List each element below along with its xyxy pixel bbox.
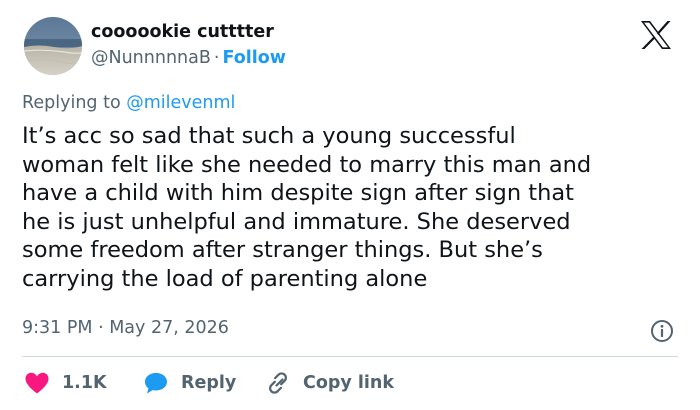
display-name[interactable]: coooookie cutttter	[91, 22, 274, 42]
author-handle[interactable]: @NunnnnnaB	[91, 48, 211, 68]
tweet-timestamp[interactable]: 9:31 PM · May 27, 2026	[22, 318, 229, 338]
avatar[interactable]	[24, 17, 82, 75]
like-button[interactable]: 1.1K	[24, 370, 107, 396]
reply-label: Reply	[181, 373, 237, 393]
avatar-image	[24, 17, 82, 75]
separator-dot: ·	[213, 48, 220, 68]
replying-to-prefix: Replying to	[22, 93, 121, 113]
copy-link-label: Copy link	[303, 373, 394, 393]
x-logo-svg	[641, 21, 671, 49]
author-handle-row: @NunnnnnaB · Follow	[91, 48, 286, 68]
replying-to: Replying to @milevenml	[22, 93, 235, 113]
follow-button[interactable]: Follow	[222, 48, 285, 68]
replying-to-handle[interactable]: @milevenml	[126, 93, 235, 113]
speech-bubble-icon	[145, 373, 167, 394]
x-logo-icon[interactable]	[640, 20, 672, 50]
tweet-text: It’s acc so sad that such a young succes…	[22, 123, 592, 292]
info-icon-svg	[651, 320, 673, 342]
info-icon[interactable]	[650, 319, 674, 343]
like-count: 1.1K	[62, 373, 107, 393]
link-icon	[269, 372, 287, 394]
copy-link-button[interactable]: Copy link	[265, 370, 394, 396]
divider	[22, 356, 678, 357]
reply-button[interactable]: Reply	[143, 370, 236, 396]
heart-icon	[25, 372, 49, 394]
